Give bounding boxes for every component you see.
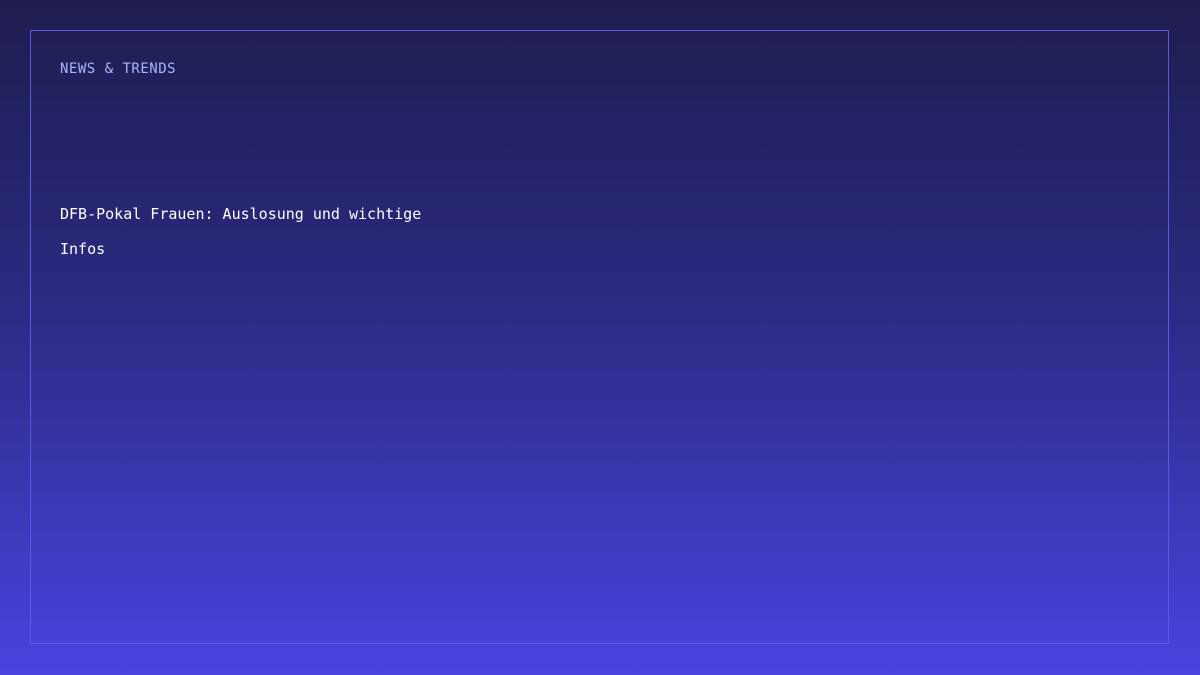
headline[interactable]: DFB-Pokal Frauen: Auslosung und wichtige… [60,197,480,267]
headline-line-1: DFB-Pokal Frauen: Auslosung und wichtige [60,205,422,223]
news-card: NEWS & TRENDS DFB-Pokal Frauen: Auslosun… [30,30,1169,644]
section-kicker: NEWS & TRENDS [60,61,177,77]
headline-line-2: Infos [60,240,106,258]
